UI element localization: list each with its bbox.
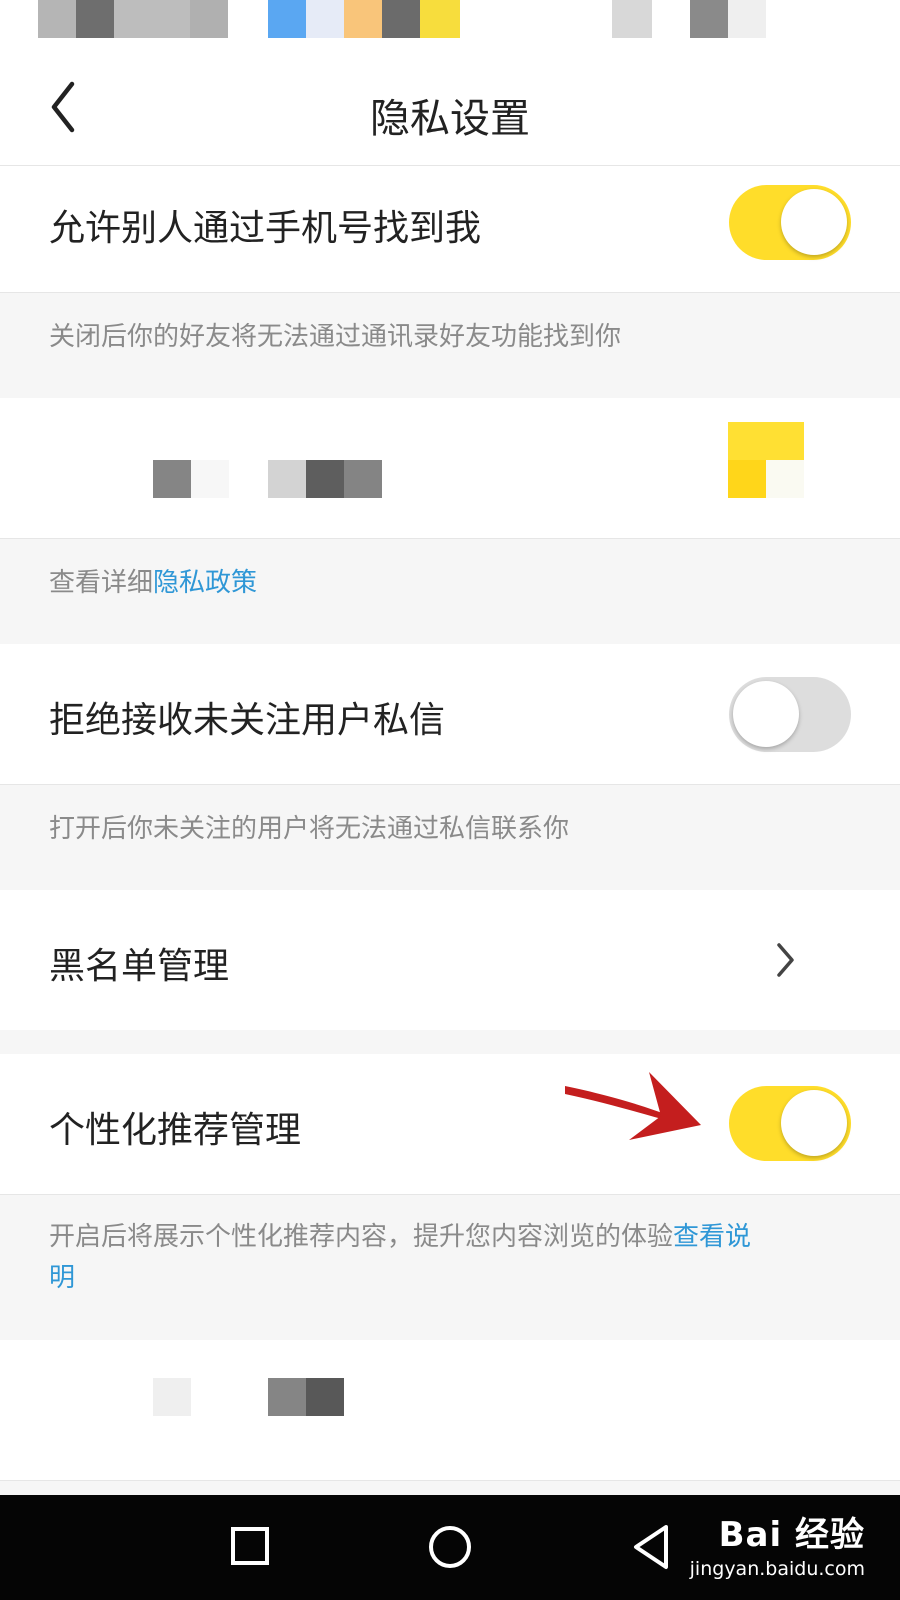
divider [0,292,900,293]
baidu-jingyan-watermark: Bai 经验 jingyan.baidu.com [690,1507,865,1580]
reject-messages-toggle[interactable] [729,677,851,752]
status-bar-blur-block [728,0,766,38]
divider [0,784,900,785]
privacy-policy-prefix: 查看详细 [49,568,154,598]
setting-row-reject-messages: 拒绝接收未关注用户私信 [0,644,900,784]
circle-home-icon[interactable] [422,1519,478,1575]
status-bar-blur-block [268,0,306,38]
setting-label: 个性化推荐管理 [49,1110,302,1151]
status-bar [0,0,900,52]
personalized-description-line1: 开启后将展示个性化推荐内容，提升您内容浏览的体验查看说 [49,1217,751,1258]
watermark-main: Bai 经验 [718,1515,865,1555]
setting-row-redacted [0,398,900,538]
page-title: 隐私设置 [370,96,530,142]
personalized-toggle[interactable] [729,1086,851,1161]
setting-row-find-by-phone: 允许别人通过手机号找到我 [0,166,900,292]
redacted-label-block [191,460,229,498]
setting-description: 关闭后你的好友将无法通过通讯录好友功能找到你 [49,322,622,352]
redacted-label-block [344,460,382,498]
setting-label: 允许别人通过手机号找到我 [49,208,482,249]
status-bar-blur-block [76,0,114,38]
status-bar-blur-block [190,0,228,38]
status-bar-blur-block [344,0,382,38]
toggle-knob [733,681,799,747]
redacted-label-block [306,460,344,498]
redacted-label-block [153,460,191,498]
status-bar-blur-block [690,0,728,38]
status-bar-blur-block [382,0,420,38]
privacy-policy-link[interactable]: 隐私政策 [153,568,257,598]
divider [0,1480,900,1481]
blacklist-label: 黑名单管理 [49,946,230,987]
red-arrow-annotation [565,1072,701,1140]
view-explanation-link-cont[interactable]: 明 [49,1263,75,1293]
redacted-toggle-block [728,422,804,460]
redacted-label-block [268,460,306,498]
redacted-toggle-block [766,460,804,498]
redacted-toggle[interactable] [728,422,808,498]
header: 隐私设置 [0,52,900,166]
setting-row-personalized: 个性化推荐管理 [0,1054,900,1194]
status-bar-blur-block [420,0,460,38]
redacted-toggle-block [728,460,766,498]
redacted-label-block [306,1378,344,1416]
chevron-right-icon [777,943,794,977]
personalized-description: 开启后将展示个性化推荐内容，提升您内容浏览的体验查看说 明 [49,1217,751,1299]
privacy-policy-note: 查看详细隐私政策 [49,562,257,599]
toggle-knob [781,189,847,255]
status-bar-blur-block [114,0,190,38]
setting-label: 拒绝接收未关注用户私信 [49,700,446,741]
view-explanation-link[interactable]: 查看说 [673,1222,751,1252]
setting-description: 打开后你未关注的用户将无法通过私信联系你 [49,814,570,844]
triangle-back-icon[interactable] [626,1519,676,1575]
watermark-sub: jingyan.baidu.com [689,1558,865,1580]
redacted-label-block [268,1378,306,1416]
find-by-phone-toggle[interactable] [729,185,851,260]
square-recents-icon[interactable] [226,1522,276,1572]
status-bar-blur-block [306,0,344,38]
setting-row-redacted-2 [0,1340,900,1480]
redacted-label-block [153,1378,191,1416]
status-bar-blur-block [38,0,76,38]
divider [0,1194,900,1195]
divider [0,538,900,539]
toggle-knob [781,1090,847,1156]
personalized-description-line2: 明 [49,1258,751,1299]
status-bar-blur-block [612,0,652,38]
description-text: 开启后将展示个性化推荐内容，提升您内容浏览的体验 [49,1222,674,1252]
blacklist-row[interactable]: 黑名单管理 [0,890,900,1030]
